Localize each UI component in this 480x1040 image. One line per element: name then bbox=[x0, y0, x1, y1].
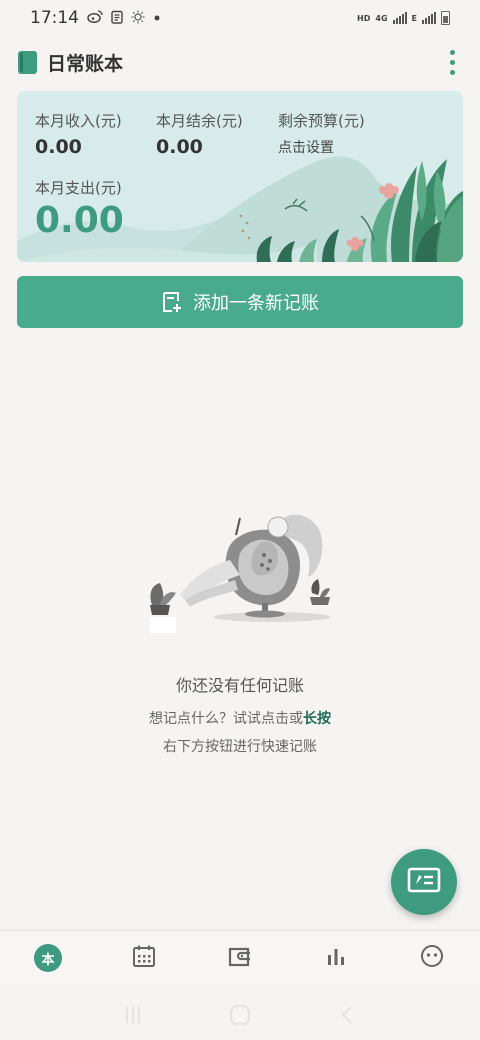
more-vertical-icon[interactable] bbox=[442, 47, 462, 77]
nav-stats[interactable] bbox=[306, 933, 366, 983]
status-right: HD 4G E bbox=[357, 11, 450, 25]
ledger-logo-icon bbox=[18, 50, 37, 74]
empty-state-hint: 想记点什么？试试点击或长按 bbox=[0, 708, 480, 728]
income-value: 0.00 bbox=[35, 136, 82, 158]
monthly-summary-card: 本月收入(元) 0.00 本月结余(元) 0.00 剩余预算(元) 点击设置 本… bbox=[17, 91, 463, 262]
income-stat: 本月收入(元) 0.00 bbox=[35, 110, 122, 158]
brightness-icon bbox=[131, 10, 145, 27]
status-bar: 17:14 HD 4G E bbox=[0, 0, 480, 36]
4g-label: 4G bbox=[375, 13, 388, 23]
app-header: 日常账本 bbox=[0, 44, 480, 80]
signal-icon bbox=[392, 12, 407, 24]
weibo-icon bbox=[87, 10, 103, 26]
dot-icon bbox=[153, 12, 161, 25]
hd-label: HD bbox=[357, 13, 371, 23]
home-book-icon: 本 bbox=[34, 944, 62, 972]
nav-home[interactable]: 本 bbox=[18, 933, 78, 983]
balance-label: 本月结余(元) bbox=[156, 112, 243, 130]
income-label: 本月收入(元) bbox=[35, 112, 122, 130]
balance-value: 0.00 bbox=[156, 136, 203, 158]
nav-calendar[interactable] bbox=[114, 933, 174, 983]
note-add-icon bbox=[161, 291, 183, 313]
status-left: 17:14 bbox=[30, 8, 161, 28]
budget-label: 剩余预算(元) bbox=[278, 112, 365, 130]
status-time: 17:14 bbox=[30, 8, 79, 28]
empty-state-hint-line2: 右下方按钮进行快速记账 bbox=[163, 739, 317, 755]
empty-ledger-illustration bbox=[150, 514, 330, 633]
empty-state-hint-strong: 长按 bbox=[303, 711, 331, 727]
bar-chart-icon bbox=[325, 945, 347, 971]
expense-stat: 本月支出(元) 0.00 bbox=[35, 177, 124, 241]
quick-note-icon bbox=[407, 867, 441, 897]
clipboard-icon bbox=[111, 10, 123, 27]
add-record-label: 添加一条新记账 bbox=[193, 293, 319, 314]
calendar-icon bbox=[132, 944, 156, 972]
smiley-icon bbox=[420, 944, 444, 972]
budget-stat[interactable]: 剩余预算(元) 点击设置 bbox=[278, 110, 365, 157]
back-icon[interactable] bbox=[332, 1000, 362, 1030]
empty-state-hint-prefix: 想记点什么？试试点击或 bbox=[149, 711, 303, 727]
quick-add-fab[interactable] bbox=[391, 849, 457, 915]
expense-value: 0.00 bbox=[35, 200, 124, 241]
empty-state-title: 你还没有任何记账 bbox=[175, 676, 304, 695]
balance-stat: 本月结余(元) 0.00 bbox=[156, 110, 243, 158]
home-icon[interactable] bbox=[225, 1000, 255, 1030]
recent-apps-icon[interactable] bbox=[118, 1000, 148, 1030]
set-budget-link[interactable]: 点击设置 bbox=[278, 137, 365, 157]
signal-icon-2 bbox=[422, 12, 436, 24]
add-record-button[interactable]: 添加一条新记账 bbox=[17, 276, 463, 328]
bottom-nav: 本 bbox=[0, 930, 480, 985]
app-title: 日常账本 bbox=[47, 52, 124, 75]
wallet-icon bbox=[228, 945, 252, 971]
nav-wallet[interactable] bbox=[210, 933, 270, 983]
system-navigation-bar bbox=[0, 990, 480, 1040]
expense-label: 本月支出(元) bbox=[35, 179, 122, 197]
battery-icon bbox=[441, 11, 450, 25]
nav-profile[interactable] bbox=[402, 933, 462, 983]
e-label: E bbox=[411, 13, 417, 23]
